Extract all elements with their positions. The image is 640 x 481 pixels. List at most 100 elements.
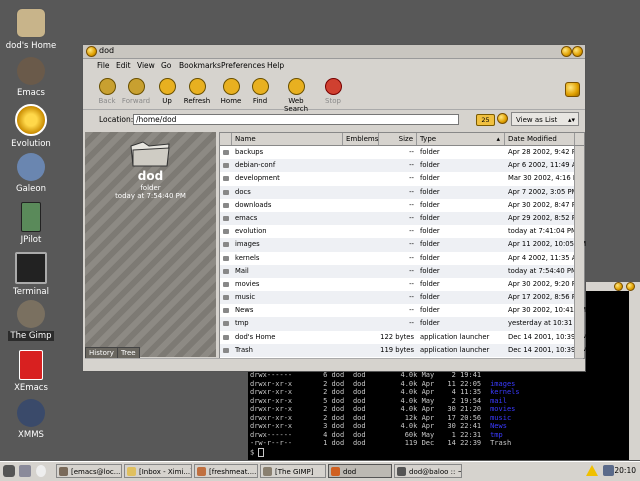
taskbar-button[interactable]: [freshmeat....]	[194, 464, 258, 478]
table-row[interactable]: dod's Home 122 bytes application launcher D…	[220, 331, 587, 344]
taskbar-button[interactable]: dod	[328, 464, 392, 478]
terminal-scrollbar[interactable]	[629, 291, 640, 460]
desktop-icon-xmms[interactable]: XMMS	[0, 399, 62, 440]
file-type: folder	[420, 253, 440, 262]
list-scrollbar[interactable]	[574, 146, 584, 358]
terminal-field-mon: Apr	[421, 422, 435, 431]
menu-view[interactable]: View	[137, 61, 155, 70]
header-type[interactable]: Type ▴	[417, 133, 505, 145]
view-as-select[interactable]: View as List ▴▾	[511, 112, 579, 126]
folder-icon	[223, 163, 229, 169]
menu-go[interactable]: Go	[161, 61, 171, 70]
web-search-button[interactable]: Web Search	[276, 78, 316, 113]
folder-icon	[223, 189, 229, 195]
location-input[interactable]: /home/dod	[133, 114, 459, 125]
minimize-icon[interactable]	[561, 46, 572, 57]
file-size: --	[409, 306, 414, 315]
network-icon[interactable]	[603, 465, 614, 476]
forward-button[interactable]: Forward	[121, 78, 151, 105]
terminal-icon	[15, 252, 47, 284]
lightbulb-icon[interactable]	[36, 465, 46, 477]
folder-icon	[223, 308, 229, 314]
desktop-icon-xemacs[interactable]: XEmacs	[0, 350, 62, 393]
table-row[interactable]: kernels -- folder Apr 4 2002, 11:35 AM	[220, 252, 584, 265]
desktop-icon-emacs[interactable]: Emacs	[0, 57, 62, 98]
header-date-modified[interactable]: Date Modified	[505, 133, 575, 145]
table-row[interactable]: docs -- folder Apr 7 2002, 3:05 PM	[220, 185, 584, 199]
toolbar: Back Forward Up Refresh Home Find Web Se…	[83, 75, 585, 113]
gnome-foot-icon[interactable]	[3, 465, 15, 477]
terminal-field-user: dod	[331, 388, 345, 397]
terminal-field-name: Trash	[490, 439, 512, 448]
file-type: folder	[420, 227, 440, 236]
menu-help[interactable]: Help	[267, 61, 284, 70]
desktop-icon-galeon[interactable]: Galeon	[0, 153, 62, 194]
folder-icon	[223, 150, 229, 155]
stop-button[interactable]: Stop	[324, 78, 342, 105]
window-titlebar[interactable]: dod	[83, 45, 585, 59]
file-size: --	[409, 319, 414, 328]
table-row[interactable]: Trash 119 bytes application launcher Dec 14…	[220, 343, 587, 357]
file-type: folder	[420, 266, 440, 275]
menu-edit[interactable]: Edit	[116, 61, 131, 70]
terminal-field-size: 4.0k	[400, 388, 418, 397]
zoom-level[interactable]: 25	[476, 114, 495, 126]
taskbar-button-label: dod	[343, 468, 357, 476]
table-row[interactable]: backups -- folder Apr 28 2002, 9:42 PM	[220, 146, 584, 159]
terminal-prompt[interactable]: $	[250, 447, 610, 457]
table-row[interactable]: emacs -- folder Apr 29 2002, 8:52 PM	[220, 211, 584, 226]
file-name: Trash	[235, 345, 253, 354]
find-button[interactable]: Find	[251, 78, 269, 105]
table-row[interactable]: Mail -- folder today at 7:54:40 PM	[220, 264, 584, 278]
desktop-icon-terminal[interactable]: Terminal	[0, 252, 62, 297]
folder-icon	[223, 176, 229, 182]
back-button[interactable]: Back	[96, 78, 118, 105]
file-name: movies	[235, 279, 260, 288]
table-row[interactable]: development -- folder Mar 30 2002, 4:16 PM	[220, 172, 584, 185]
terminal-field-day: 2	[451, 371, 456, 379]
taskbar-button-label: [freshmeat....]	[209, 468, 258, 476]
close-icon[interactable]	[626, 282, 635, 291]
refresh-button[interactable]: Refresh	[183, 78, 211, 105]
terminal-field-day: 2	[451, 396, 456, 405]
minimize-icon[interactable]	[614, 282, 623, 291]
table-row[interactable]: downloads -- folder Apr 30 2002, 8:47 PM	[220, 199, 584, 212]
menu-file[interactable]: File	[97, 61, 110, 70]
wrench-icon[interactable]	[19, 465, 31, 477]
terminal-field-links: 3	[323, 422, 328, 431]
desktop-icon-gimp[interactable]: The Gimp	[0, 300, 62, 341]
warning-icon[interactable]	[586, 465, 598, 476]
taskbar-button[interactable]: [The GIMP]	[260, 464, 326, 478]
table-row[interactable]: evolution -- folder today at 7:41:04 PM	[220, 225, 584, 238]
header-size[interactable]: Size	[379, 133, 417, 145]
terminal-field-links: 2	[323, 413, 328, 422]
clock[interactable]: 20:10	[614, 466, 636, 475]
table-row[interactable]: images -- folder Apr 11 2002, 10:05 PM	[220, 238, 586, 252]
folder-icon	[223, 202, 229, 208]
terminal-field-user: dod	[331, 430, 345, 439]
zoom-icon[interactable]	[497, 113, 508, 124]
file-date: Apr 6 2002, 11:49 AM	[508, 161, 583, 170]
table-row[interactable]: music -- folder Apr 17 2002, 8:56 PM	[220, 291, 584, 305]
table-row[interactable]: News -- folder Apr 30 2002, 10:41 PM	[220, 304, 586, 317]
up-button[interactable]: Up	[158, 78, 176, 105]
close-icon[interactable]	[572, 46, 583, 57]
home-button[interactable]: Home	[220, 78, 242, 105]
header-emblems[interactable]: Emblems	[343, 133, 379, 145]
table-row[interactable]: tmp -- folder yesterday at 10:31 PM	[220, 317, 585, 331]
table-row[interactable]: debian-conf -- folder Apr 6 2002, 11:49 AM	[220, 159, 584, 173]
taskbar-button[interactable]: dod@baloo :: ~	[394, 464, 462, 478]
evolution-icon	[15, 104, 47, 136]
terminal-field-perm: drwxr-xr-x	[250, 396, 293, 405]
taskbar-button[interactable]: [Inbox - Ximi...]	[124, 464, 192, 478]
window-menu-icon[interactable]	[86, 46, 97, 57]
desktop-icon-evolution[interactable]: Evolution	[0, 104, 62, 149]
menu-preferences[interactable]: Preferences	[221, 61, 265, 70]
table-row[interactable]: movies -- folder Apr 30 2002, 9:20 PM	[220, 278, 584, 291]
header-name[interactable]: Name	[232, 133, 343, 145]
desktop-icon-jpilot[interactable]: JPilot	[0, 202, 62, 245]
menu-bookmarks[interactable]: Bookmarks	[179, 61, 221, 70]
desktop-icon-home[interactable]: dod's Home	[0, 8, 62, 51]
xemacs-icon	[19, 350, 43, 380]
taskbar-button[interactable]: [emacs@loc...]	[56, 464, 122, 478]
